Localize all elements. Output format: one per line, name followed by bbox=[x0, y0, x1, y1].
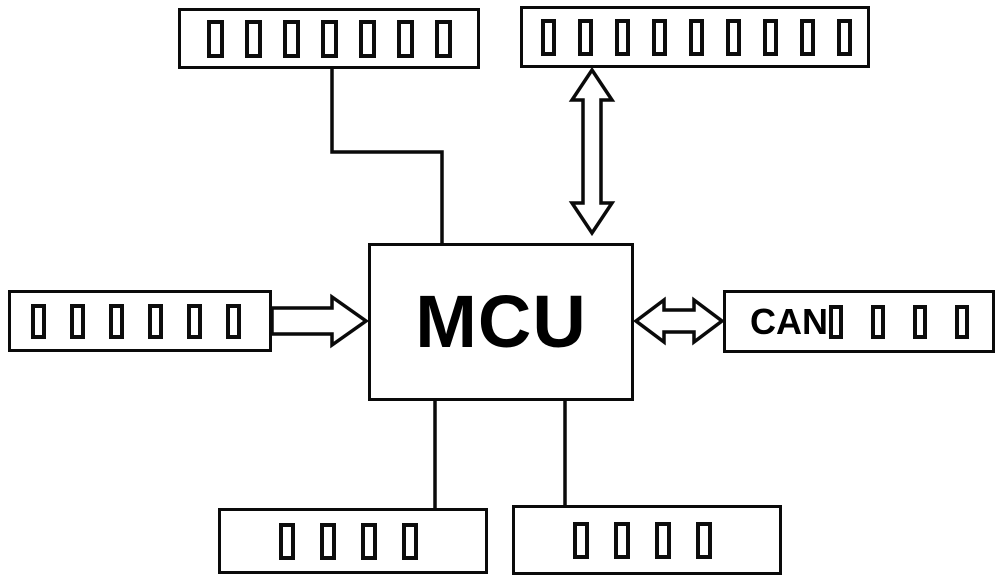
missing-glyph-box bbox=[245, 19, 262, 58]
connector-top-right-to-mcu-double-arrow bbox=[568, 66, 616, 237]
block-right-can[interactable]: CAN bbox=[723, 290, 995, 353]
missing-glyph-box bbox=[187, 303, 202, 339]
block-top-left-label bbox=[207, 19, 473, 58]
missing-glyph-box bbox=[359, 19, 376, 58]
missing-glyph-box bbox=[109, 303, 124, 339]
missing-glyph-box bbox=[726, 18, 741, 56]
block-top-left[interactable] bbox=[178, 8, 480, 69]
mcu-block[interactable]: MCU bbox=[368, 243, 634, 401]
missing-glyph-box bbox=[320, 522, 336, 560]
missing-glyph-box bbox=[361, 522, 377, 560]
missing-glyph-box bbox=[397, 19, 414, 58]
missing-glyph-box bbox=[148, 303, 163, 339]
missing-glyph-box bbox=[800, 18, 815, 56]
missing-glyph-box bbox=[837, 18, 852, 56]
block-bottom-left-label bbox=[279, 522, 443, 560]
missing-glyph-box bbox=[871, 304, 885, 339]
missing-glyph-box bbox=[578, 18, 593, 56]
missing-glyph-box bbox=[279, 522, 295, 560]
missing-glyph-box bbox=[829, 304, 843, 339]
missing-glyph-box bbox=[696, 521, 712, 559]
block-right-can-label: CAN bbox=[750, 300, 992, 343]
missing-glyph-box bbox=[652, 18, 667, 56]
connector-top-left-to-mcu bbox=[330, 69, 444, 243]
block-top-right[interactable] bbox=[520, 6, 870, 68]
missing-glyph-box bbox=[435, 19, 452, 58]
missing-glyph-box bbox=[321, 19, 338, 58]
missing-glyph-box bbox=[283, 19, 300, 58]
missing-glyph-box bbox=[913, 304, 927, 339]
connector-mcu-to-can-double-arrow bbox=[633, 296, 725, 346]
missing-glyph-box bbox=[226, 303, 241, 339]
latin-text: CAN bbox=[750, 300, 828, 342]
block-bottom-left[interactable] bbox=[218, 508, 488, 574]
mcu-label: MCU bbox=[415, 280, 587, 363]
block-left[interactable] bbox=[8, 290, 272, 352]
connector-left-to-mcu-arrow bbox=[270, 293, 370, 349]
missing-glyph-box bbox=[573, 521, 589, 559]
missing-glyph-box bbox=[31, 303, 46, 339]
missing-glyph-box bbox=[689, 18, 704, 56]
diagram-canvas: CAN MCU bbox=[0, 0, 1000, 580]
missing-glyph-box bbox=[70, 303, 85, 339]
missing-glyph-box bbox=[614, 521, 630, 559]
block-left-label bbox=[31, 303, 265, 339]
missing-glyph-box bbox=[955, 304, 969, 339]
missing-glyph-box bbox=[763, 18, 778, 56]
missing-glyph-box bbox=[207, 19, 224, 58]
missing-glyph-box bbox=[402, 522, 418, 560]
missing-glyph-box bbox=[615, 18, 630, 56]
block-bottom-right-label bbox=[573, 521, 737, 559]
missing-glyph-box bbox=[541, 18, 556, 56]
block-top-right-label bbox=[541, 18, 867, 56]
missing-glyph-box bbox=[655, 521, 671, 559]
block-bottom-right[interactable] bbox=[512, 505, 782, 575]
